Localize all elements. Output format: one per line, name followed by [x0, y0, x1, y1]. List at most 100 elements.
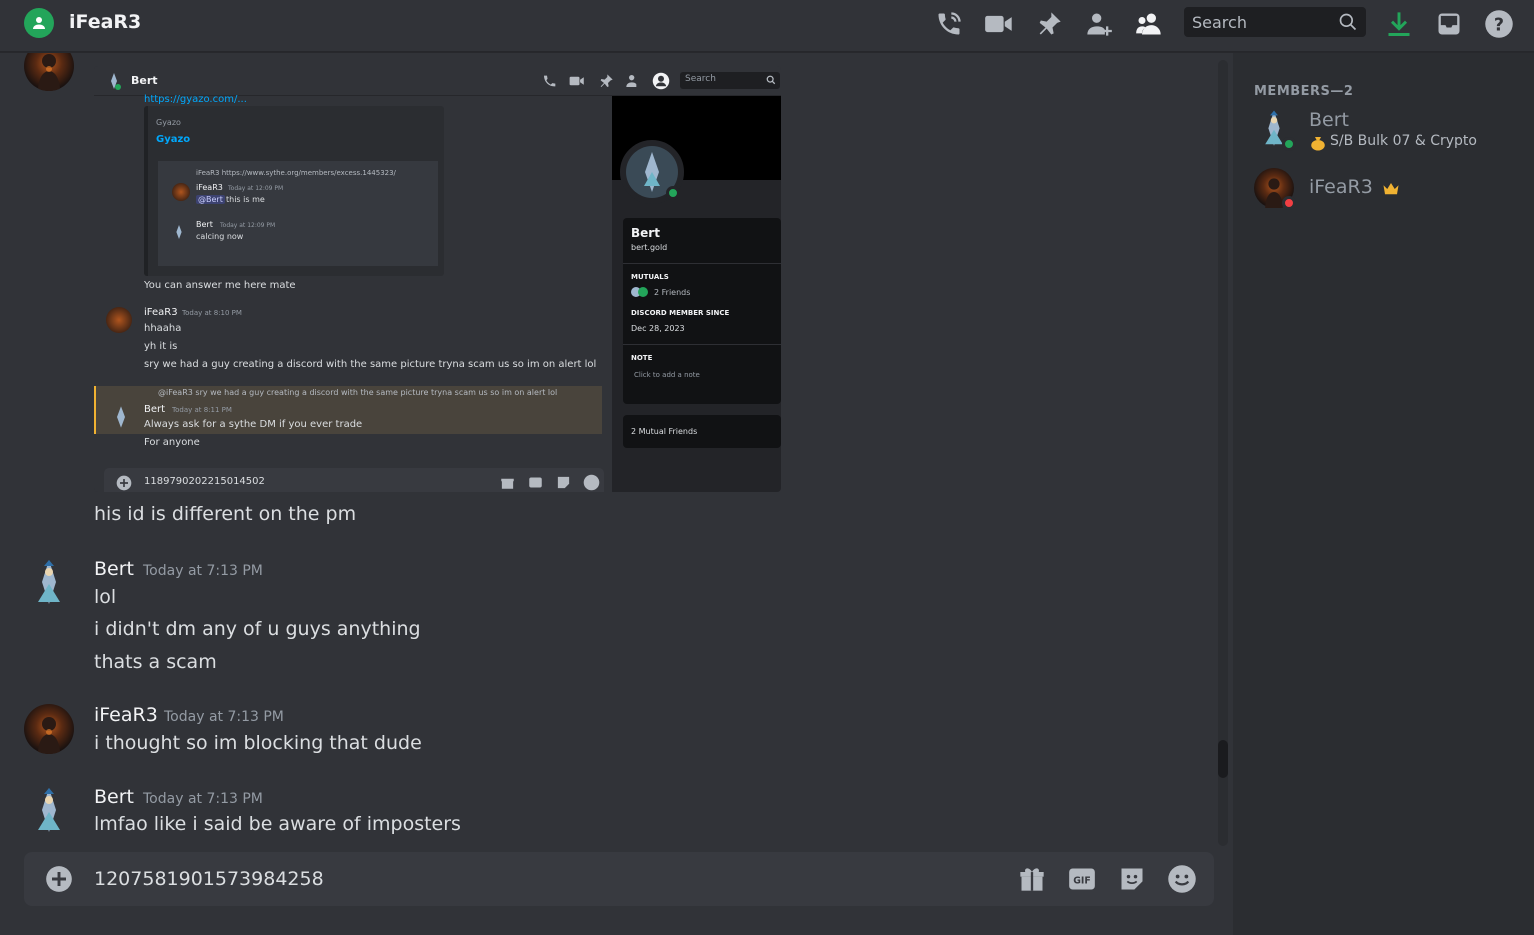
avatar: [106, 307, 132, 333]
avatar: [1254, 168, 1296, 210]
quoted-text: calcing now: [196, 232, 244, 241]
sticker-icon: [557, 476, 570, 489]
avatar[interactable]: [24, 786, 74, 836]
embed-message-text: You can answer me here mate: [144, 280, 296, 291]
embed-header: Bert Search: [94, 66, 781, 96]
add-friend-icon[interactable]: [1083, 8, 1115, 40]
member-list-header: MEMBERS—2: [1254, 84, 1354, 99]
quoted-text: this is me: [226, 195, 265, 204]
avatar: [117, 406, 125, 428]
gyazo-image: iFeaR3 https://www.sythe.org/members/exc…: [158, 161, 438, 266]
search-input[interactable]: [1184, 7, 1324, 37]
call-icon: [544, 75, 556, 87]
scrollbar-thumb[interactable]: [1218, 740, 1228, 778]
embed-message-text: yh it is: [144, 341, 178, 352]
message-text: his id is different on the pm: [94, 503, 357, 525]
embed-composer: 1189790202215014502: [104, 468, 604, 492]
message-author[interactable]: Bert: [94, 786, 134, 808]
gift-icon: [501, 478, 514, 489]
member-item-bert[interactable]: Bert S/B Bulk 07 & Crypto: [1245, 105, 1525, 153]
embed-profile-panel: Bert bert.gold MUTUALS 2 Friends DISCORD…: [612, 96, 781, 492]
add-attachment-icon: [116, 475, 132, 491]
message-composer[interactable]: GIF: [24, 852, 1214, 906]
help-icon[interactable]: ?: [1483, 8, 1515, 40]
note-placeholder: Click to add a note: [634, 371, 700, 379]
search-icon: [1338, 12, 1358, 36]
scrollbar-track[interactable]: [1218, 60, 1228, 846]
gift-icon[interactable]: [1016, 863, 1048, 895]
embed-message-text: For anyone: [144, 437, 200, 448]
member-item-ifear3[interactable]: iFeaR3: [1245, 164, 1525, 212]
emoji-icon[interactable]: [1166, 863, 1198, 895]
avatar[interactable]: [24, 704, 74, 754]
member-list-icon[interactable]: [1133, 8, 1165, 40]
message-list[interactable]: Bert Search https://gyazo.com/... Gyazo …: [0, 53, 1232, 935]
embed-channel-name: Bert: [131, 74, 158, 87]
embed-message-text: sry we had a guy creating a discord with…: [144, 359, 597, 370]
member-since-label: DISCORD MEMBER SINCE: [631, 309, 730, 317]
dnd-status-dot: [1282, 196, 1296, 210]
embed-search: Search: [680, 72, 780, 89]
message-author[interactable]: iFeaR3: [94, 704, 158, 726]
mutual-friends-label: 2 Mutual Friends: [631, 427, 698, 436]
message-timestamp: Today at 7:13 PM: [143, 563, 263, 579]
online-status-dot: [1282, 137, 1296, 151]
group-dm-icon: [24, 8, 54, 38]
search-box[interactable]: [1184, 7, 1366, 37]
embedded-screenshot[interactable]: Bert Search https://gyazo.com/... Gyazo …: [94, 66, 781, 492]
gif-icon: [529, 477, 542, 488]
profile-card: Bert bert.gold MUTUALS 2 Friends DISCORD…: [623, 218, 781, 404]
video-icon[interactable]: [983, 8, 1015, 40]
embed-author: iFeaR3: [144, 307, 178, 318]
note-label: NOTE: [631, 354, 653, 362]
add-attachment-icon[interactable]: [43, 863, 75, 895]
message-input[interactable]: [94, 864, 974, 894]
member-status-text: S/B Bulk 07 & Crypto: [1330, 133, 1477, 149]
reply-preview: @iFeaR3 sry we had a guy creating a disc…: [158, 388, 558, 397]
message-text: i thought so im blocking that dude: [94, 732, 422, 754]
avatar[interactable]: [24, 53, 74, 91]
gyazo-embed-card: Gyazo Gyazo iFeaR3 https://www.sythe.org…: [144, 106, 444, 276]
pin-icon[interactable]: [1033, 8, 1065, 40]
gif-icon[interactable]: GIF: [1066, 863, 1098, 895]
message-author[interactable]: Bert: [94, 558, 134, 580]
channel-header: iFeaR3 ?: [0, 0, 1534, 52]
inbox-icon[interactable]: [1433, 8, 1465, 40]
channel-title: iFeaR3: [69, 11, 142, 33]
embed-title: Gyazo: [156, 134, 191, 145]
embed-link: https://gyazo.com/...: [144, 94, 247, 105]
sticker-icon[interactable]: [1116, 863, 1148, 895]
mutual-avatar: [638, 287, 648, 297]
message-text: lol: [94, 586, 117, 608]
embed-provider: Gyazo: [156, 118, 181, 127]
emoji-icon: [583, 474, 600, 491]
embed-author: Bert: [144, 404, 166, 415]
quoted-author: iFeaR3: [196, 183, 223, 192]
message-text: thats a scam: [94, 651, 217, 673]
profile-name: Bert: [631, 226, 660, 240]
mutual-friends-button: 2 Mutual Friends: [623, 415, 781, 448]
call-icon[interactable]: [933, 8, 965, 40]
mention: @Bert: [196, 195, 225, 204]
embed-time: Today at 8:10 PM: [182, 309, 242, 317]
embed-composer-text: 1189790202215014502: [144, 476, 265, 487]
quoted-author: Bert: [196, 220, 213, 229]
avatar: [172, 183, 190, 201]
mutuals-label: MUTUALS: [631, 273, 669, 281]
message-timestamp: Today at 7:13 PM: [164, 709, 284, 725]
download-icon[interactable]: [1383, 8, 1415, 40]
message-text: i didn't dm any of u guys anything: [94, 618, 421, 640]
embed-message-text: Always ask for a sythe DM if you ever tr…: [144, 419, 363, 430]
search-icon: [766, 75, 776, 85]
pin-icon: [600, 74, 613, 87]
avatar: [1254, 109, 1296, 151]
avatar[interactable]: [24, 558, 74, 608]
mutuals-value: 2 Friends: [654, 288, 691, 297]
message-text: lmfao like i said be aware of imposters: [94, 813, 461, 835]
member-since-value: Dec 28, 2023: [631, 324, 685, 333]
embed-search-placeholder: Search: [685, 74, 716, 84]
quoted-time: Today at 12:09 PM: [228, 185, 284, 192]
embed-message-text: hhaaha: [144, 323, 182, 334]
member-name: iFeaR3: [1309, 176, 1373, 198]
svg-text:GIF: GIF: [1073, 876, 1091, 887]
